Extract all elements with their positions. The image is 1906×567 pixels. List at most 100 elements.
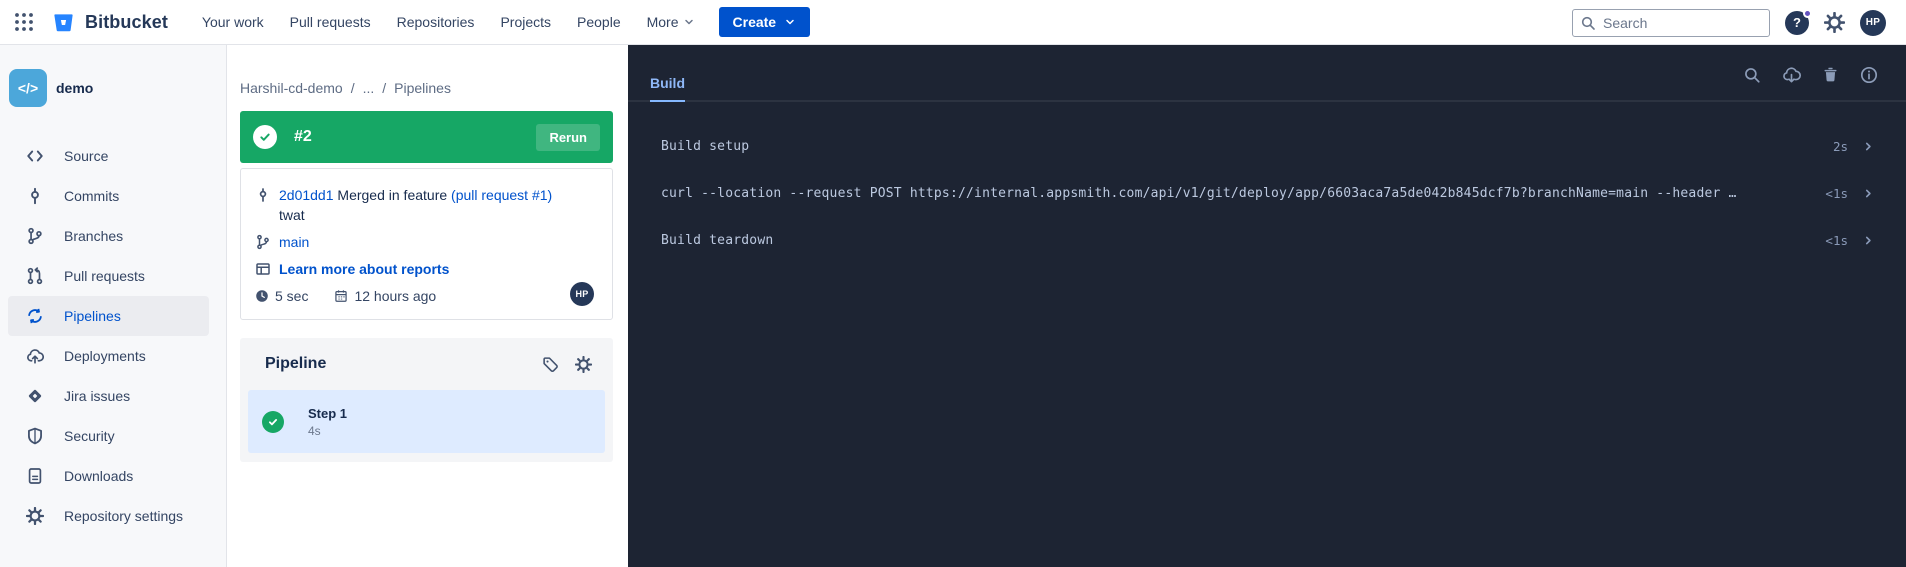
repo-header[interactable]: </> demo — [0, 45, 226, 107]
pipeline-card-title: Pipeline — [265, 355, 326, 373]
pipeline-summary-panel: Harshil-cd-demo / ... / Pipelines #2 Rer… — [228, 45, 627, 567]
log-row-build-setup[interactable]: Build setup 2s — [628, 123, 1906, 170]
sidebar-item-commits[interactable]: Commits — [8, 176, 209, 216]
clock-icon — [255, 289, 269, 303]
breadcrumb-separator: / — [351, 80, 355, 96]
log-row-duration: 2s — [1821, 139, 1848, 154]
document-icon — [26, 467, 44, 485]
sidebar-item-pipelines[interactable]: Pipelines — [8, 296, 209, 336]
commit-text: 2d01dd1 Merged in feature (pull request … — [279, 185, 552, 225]
app-switcher-icon[interactable] — [10, 8, 38, 36]
create-button-label: Create — [733, 14, 777, 30]
log-row-command[interactable]: curl --location --request POST https://i… — [628, 170, 1906, 217]
pipelines-icon — [26, 307, 44, 325]
shield-icon — [26, 427, 44, 445]
delete-log-icon[interactable] — [1822, 66, 1839, 85]
log-row-text: curl --location --request POST https://i… — [661, 186, 1737, 201]
success-check-icon — [262, 411, 284, 433]
sidebar-item-label: Source — [64, 148, 108, 164]
chevron-down-icon — [683, 16, 695, 28]
calendar-icon — [334, 289, 348, 303]
settings-gear-icon[interactable] — [1824, 12, 1845, 33]
search-log-icon[interactable] — [1743, 66, 1761, 85]
sidebar-item-source[interactable]: Source — [8, 136, 209, 176]
pull-request-link[interactable]: (pull request #1) — [451, 187, 552, 203]
run-time-ago: 12 hours ago — [354, 288, 436, 304]
nav-projects[interactable]: Projects — [500, 14, 551, 30]
chevron-right-icon — [1863, 188, 1874, 199]
breadcrumb-separator: / — [382, 80, 386, 96]
user-avatar[interactable]: HP — [1860, 10, 1886, 36]
gear-icon — [26, 507, 44, 525]
gear-icon[interactable] — [575, 356, 592, 373]
breadcrumb-current: Pipelines — [394, 80, 451, 96]
sidebar-item-security[interactable]: Security — [8, 416, 209, 456]
chevron-right-icon — [1863, 235, 1874, 246]
log-panel-header: Build — [628, 45, 1906, 102]
step-texts: Step 1 4s — [308, 406, 347, 438]
sidebar-item-branches[interactable]: Branches — [8, 216, 209, 256]
learn-more-reports-link[interactable]: Learn more about reports — [279, 259, 449, 279]
pipeline-card-header: Pipeline — [265, 355, 592, 373]
breadcrumb-repo[interactable]: Harshil-cd-demo — [240, 80, 343, 96]
commit-description: twat — [279, 205, 552, 225]
brand-name: Bitbucket — [85, 12, 168, 33]
log-row-text: Build setup — [661, 139, 749, 154]
search-input[interactable] — [1572, 9, 1770, 37]
nav-pull-requests[interactable]: Pull requests — [290, 14, 371, 30]
info-icon[interactable] — [1860, 66, 1878, 85]
sidebar-item-label: Security — [64, 428, 115, 444]
tab-build[interactable]: Build — [650, 75, 685, 102]
log-rows: Build setup 2s curl --location --request… — [628, 102, 1906, 264]
chevron-right-icon — [1863, 141, 1874, 152]
rerun-button[interactable]: Rerun — [536, 124, 600, 151]
sidebar-item-pull-requests[interactable]: Pull requests — [8, 256, 209, 296]
repo-sidebar: </> demo Source Commits Branches Pull re… — [0, 45, 227, 567]
sidebar-item-label: Pipelines — [64, 308, 121, 324]
breadcrumb-ellipsis[interactable]: ... — [363, 80, 375, 96]
sidebar-item-repository-settings[interactable]: Repository settings — [8, 496, 209, 536]
commit-hash-link[interactable]: 2d01dd1 — [279, 187, 334, 203]
build-log-panel: Build Build setup 2s curl --location — [628, 45, 1906, 567]
step-duration: 4s — [308, 424, 347, 438]
run-author-avatar: HP — [570, 282, 594, 306]
sidebar-item-deployments[interactable]: Deployments — [8, 336, 209, 376]
branch-icon — [255, 234, 271, 250]
nav-people[interactable]: People — [577, 14, 621, 30]
commit-message: Merged in feature — [337, 187, 447, 203]
branch-icon — [26, 227, 44, 245]
notification-dot — [1803, 9, 1812, 18]
step-row-selected[interactable]: Step 1 4s — [248, 390, 605, 453]
topnav-right: ? HP — [1572, 0, 1886, 45]
bitbucket-logo[interactable]: Bitbucket — [52, 11, 168, 34]
sidebar-item-label: Repository settings — [64, 508, 183, 524]
commit-icon — [26, 187, 44, 205]
top-nav: Bitbucket Your work Pull requests Reposi… — [0, 0, 1906, 45]
success-check-icon — [253, 125, 277, 149]
step-name: Step 1 — [308, 406, 347, 421]
nav-your-work[interactable]: Your work — [202, 14, 264, 30]
run-meta-row: 5 sec 12 hours ago — [255, 288, 598, 304]
log-panel-actions — [1743, 66, 1878, 85]
report-icon — [255, 261, 271, 277]
log-row-build-teardown[interactable]: Build teardown <1s — [628, 217, 1906, 264]
tag-icon[interactable] — [542, 356, 559, 373]
nav-repositories[interactable]: Repositories — [397, 14, 475, 30]
search-box — [1572, 9, 1770, 37]
pipeline-card-actions — [542, 356, 592, 373]
branch-link[interactable]: main — [279, 232, 309, 252]
primary-nav: Your work Pull requests Repositories Pro… — [202, 14, 695, 30]
sidebar-item-downloads[interactable]: Downloads — [8, 456, 209, 496]
sidebar-item-label: Deployments — [64, 348, 146, 364]
sidebar-item-jira-issues[interactable]: Jira issues — [8, 376, 209, 416]
sidebar-item-label: Branches — [64, 228, 123, 244]
log-row-duration: <1s — [1813, 233, 1848, 248]
nav-more[interactable]: More — [647, 14, 695, 30]
help-button[interactable]: ? — [1785, 11, 1809, 35]
create-button[interactable]: Create — [719, 7, 811, 37]
log-row-duration: <1s — [1813, 186, 1848, 201]
help-glyph: ? — [1793, 15, 1801, 30]
jira-icon — [26, 387, 44, 405]
download-log-icon[interactable] — [1782, 66, 1801, 85]
sidebar-item-label: Commits — [64, 188, 119, 204]
